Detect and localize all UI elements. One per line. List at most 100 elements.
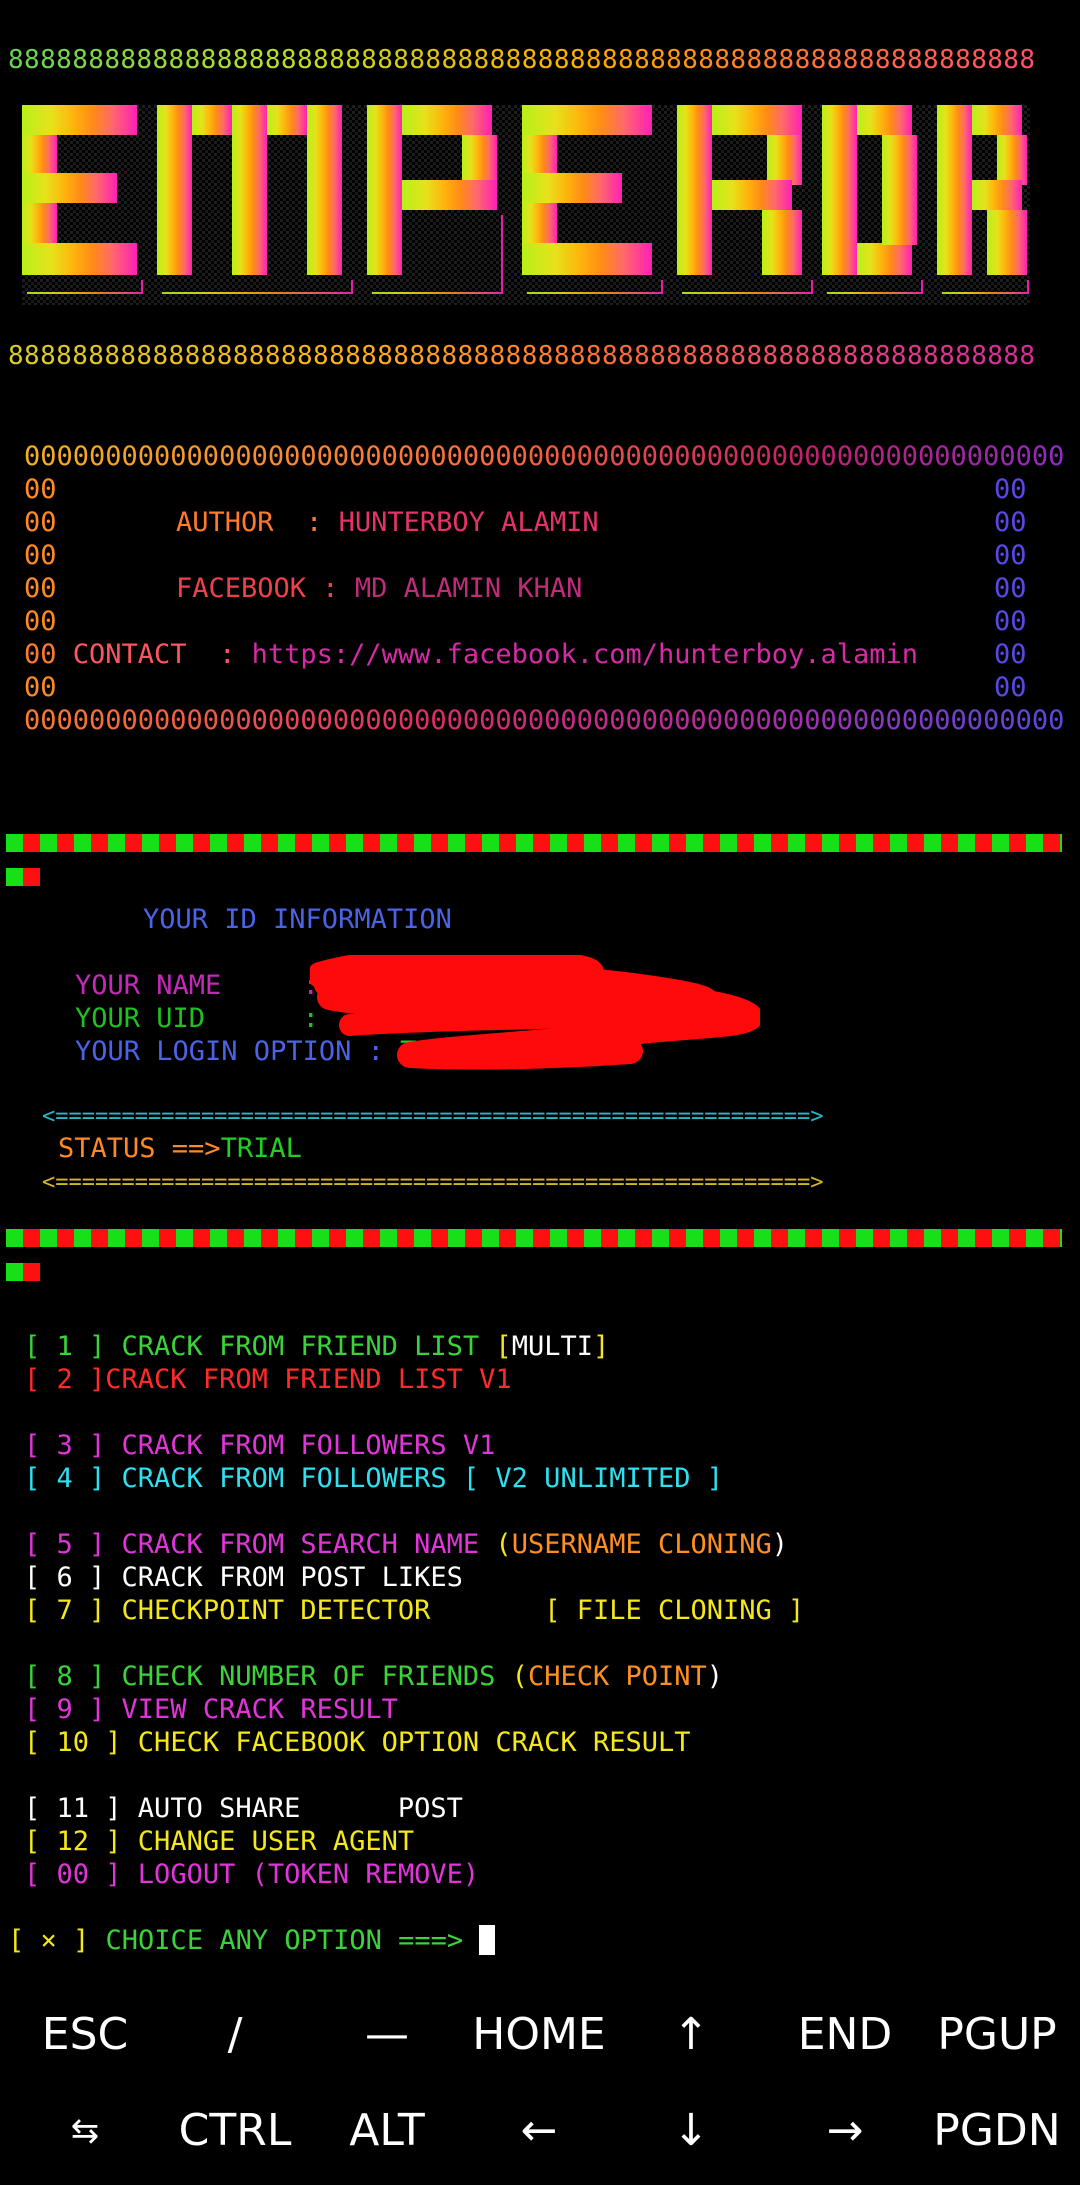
option-label: CHECK NUMBER OF FRIENDS: [105, 1661, 512, 1692]
status-value: TRIAL: [220, 1133, 302, 1164]
option-label: AUTO SHARE POST: [121, 1793, 463, 1824]
option-number: [ 10 ]: [24, 1727, 122, 1758]
key-ctrl[interactable]: CTRL: [158, 2101, 312, 2161]
separator-bar-short: [6, 1263, 40, 1281]
option-number: [ 11 ]: [24, 1793, 122, 1824]
info-box-edge-left: 00: [24, 573, 57, 604]
option-label: CHECKPOINT DETECTOR: [105, 1595, 545, 1626]
menu-option-3[interactable]: [ 3 ] CRACK FROM FOLLOWERS V1: [24, 1429, 495, 1462]
key-end[interactable]: END: [768, 2005, 922, 2065]
info-box-edge-right: 00: [994, 507, 1027, 538]
facebook-line: FACEBOOK : MD ALAMIN KHAN: [176, 572, 582, 605]
key-home[interactable]: HOME: [462, 2005, 616, 2065]
author-value: HUNTERBOY ALAMIN: [338, 507, 599, 538]
info-box-edge-left: 00: [24, 639, 57, 670]
menu-option-1[interactable]: [ 1 ] CRACK FROM FRIEND LIST [MULTI]: [24, 1330, 609, 1363]
redaction-scribble: [310, 955, 760, 1070]
option-label: CHECK FACEBOOK OPTION CRACK RESULT: [121, 1727, 691, 1758]
option-tag: [ V2 UNLIMITED ]: [462, 1463, 723, 1494]
option-number: [ 8 ]: [24, 1661, 106, 1692]
choice-prompt[interactable]: [ × ] CHOICE ANY OPTION ===>: [8, 1924, 496, 1957]
option-label: VIEW CRACK RESULT: [105, 1694, 398, 1725]
key-down-arrow[interactable]: ↓: [614, 2101, 768, 2161]
info-box-edge-left: 00: [24, 540, 57, 571]
info-box-edge-left: 00: [24, 606, 57, 637]
menu-option-8[interactable]: [ 8 ] CHECK NUMBER OF FRIENDS (CHECK POI…: [24, 1660, 723, 1693]
key-pgdn[interactable]: PGDN: [920, 2101, 1074, 2161]
facebook-value: MD ALAMIN KHAN: [354, 573, 583, 604]
info-box-edge-right: 00: [994, 672, 1027, 703]
paren: ): [771, 1529, 789, 1560]
option-tag: MULTI: [511, 1331, 593, 1362]
key-left-arrow[interactable]: ←: [462, 2101, 616, 2161]
option-tag: CHECK POINT: [527, 1661, 707, 1692]
info-box-edge-left: 00: [24, 507, 57, 538]
banner-top-line: 8888888888888888888888888888888888888888…: [8, 45, 1036, 75]
key-alt[interactable]: ALT: [310, 2101, 464, 2161]
option-label: CHANGE USER AGENT: [121, 1826, 415, 1857]
option-number: [ 3 ]: [24, 1430, 106, 1461]
paren: ): [706, 1661, 724, 1692]
info-box-edge-left: 00: [24, 474, 57, 505]
menu-option-11[interactable]: [ 11 ] AUTO SHARE POST: [24, 1792, 463, 1825]
separator-bar: [6, 834, 1062, 852]
prompt-text: CHOICE ANY OPTION ===>: [89, 1925, 480, 1956]
option-tag: USERNAME CLONING: [511, 1529, 772, 1560]
key-esc[interactable]: ESC: [8, 2005, 162, 2065]
banner-bottom-line: 8888888888888888888888888888888888888888…: [8, 341, 1036, 371]
paren: (: [511, 1661, 528, 1692]
info-box-edge-left: 00: [24, 672, 57, 703]
terminal-screen: 8888888888888888888888888888888888888888…: [0, 0, 1080, 1975]
option-label: CRACK FROM FRIEND LIST: [105, 1331, 496, 1362]
extra-keys-bar: ESC / — HOME ↑ END PGUP ⇆ CTRL ALT ← ↓ →…: [0, 1975, 1080, 2185]
info-box-edge-right: 00: [994, 474, 1027, 505]
contact-link[interactable]: https://www.facebook.com/hunterboy.alami…: [252, 639, 918, 670]
key-pgup[interactable]: PGUP: [920, 2005, 1074, 2065]
info-box-edge-right: 00: [994, 639, 1027, 670]
info-box-bottom-border: 0000000000000000000000000000000000000000…: [24, 705, 1065, 736]
bracket: [: [495, 1331, 512, 1362]
facebook-label: FACEBOOK :: [176, 573, 355, 604]
key-tab-icon[interactable]: ⇆: [8, 2101, 162, 2161]
menu-option-2[interactable]: [ 2 ]CRACK FROM FRIEND LIST V1: [24, 1363, 512, 1396]
status-arrow-bottom: <=======================================…: [42, 1170, 824, 1195]
menu-option-7[interactable]: [ 7 ] CHECKPOINT DETECTOR [ FILE CLONING…: [24, 1594, 804, 1627]
prompt-marker: [ × ]: [8, 1925, 90, 1956]
option-label: CRACK FROM FOLLOWERS: [105, 1463, 463, 1494]
separator-bar: [6, 1229, 1062, 1247]
bracket: ]: [592, 1331, 610, 1362]
status-label: STATUS ==>: [58, 1133, 221, 1164]
info-box-edge-right: 00: [994, 540, 1027, 571]
option-number: [ 2 ]: [24, 1364, 106, 1395]
emperor-logo: [22, 105, 1030, 305]
menu-option-00[interactable]: [ 00 ] LOGOUT (TOKEN REMOVE): [24, 1858, 479, 1891]
your-name-label: YOUR NAME :: [75, 970, 319, 1001]
option-label: CRACK FROM SEARCH NAME: [105, 1529, 496, 1560]
key-dash[interactable]: —: [310, 2005, 464, 2065]
contact-label: CONTACT :: [72, 639, 252, 670]
option-label: LOGOUT (TOKEN REMOVE): [121, 1859, 480, 1890]
option-tag: [ FILE CLONING ]: [544, 1595, 805, 1626]
id-info-heading: YOUR ID INFORMATION: [143, 904, 452, 935]
your-uid-label: YOUR UID :: [75, 1003, 319, 1034]
option-number: [ 5 ]: [24, 1529, 106, 1560]
menu-option-12[interactable]: [ 12 ] CHANGE USER AGENT: [24, 1825, 414, 1858]
menu-option-5[interactable]: [ 5 ] CRACK FROM SEARCH NAME (USERNAME C…: [24, 1528, 788, 1561]
option-number: [ 7 ]: [24, 1595, 106, 1626]
menu-option-10[interactable]: [ 10 ] CHECK FACEBOOK OPTION CRACK RESUL…: [24, 1726, 691, 1759]
option-number: [ 1 ]: [24, 1331, 106, 1362]
menu-option-6[interactable]: [ 6 ] CRACK FROM POST LIKES: [24, 1561, 463, 1594]
option-number: [ 4 ]: [24, 1463, 106, 1494]
status-line: STATUS ==>TRIAL: [58, 1132, 302, 1165]
key-right-arrow[interactable]: →: [768, 2101, 922, 2161]
key-slash[interactable]: /: [158, 2005, 312, 2065]
menu-option-9[interactable]: [ 9 ] VIEW CRACK RESULT: [24, 1693, 398, 1726]
text-cursor[interactable]: [479, 1925, 496, 1955]
author-label: AUTHOR :: [176, 507, 339, 538]
paren: (: [495, 1529, 512, 1560]
key-up-arrow[interactable]: ↑: [614, 2005, 768, 2065]
menu-option-4[interactable]: [ 4 ] CRACK FROM FOLLOWERS [ V2 UNLIMITE…: [24, 1462, 723, 1495]
option-label: CRACK FROM FRIEND LIST V1: [105, 1364, 512, 1395]
option-number: [ 12 ]: [24, 1826, 122, 1857]
author-line: AUTHOR : HUNTERBOY ALAMIN: [176, 506, 599, 539]
